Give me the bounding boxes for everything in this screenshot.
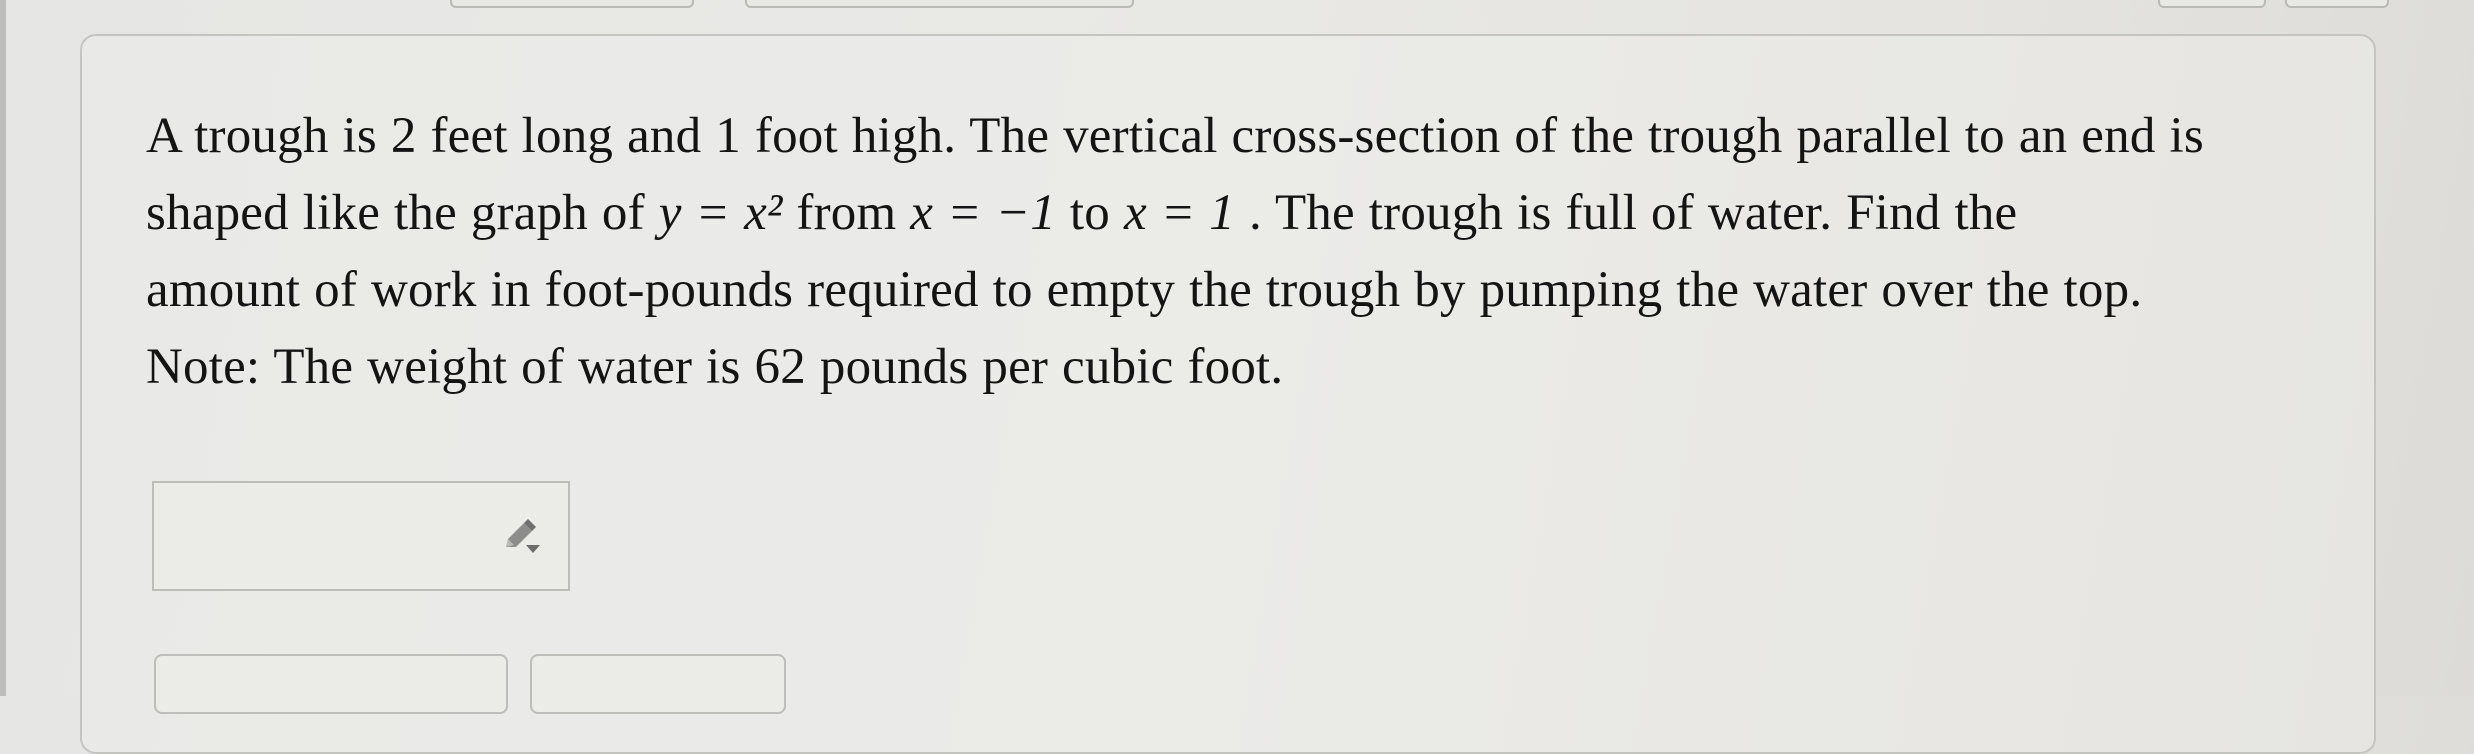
question-line-2d: . The trough is full of water. Find the — [1235, 185, 2018, 241]
question-line-1: A trough is 2 feet long and 1 foot high.… — [146, 108, 2204, 164]
top-tab-right-1[interactable] — [2158, 0, 2266, 8]
equation-x-lower: x = −1 — [910, 185, 1056, 241]
question-line-4: Note: The weight of water is 62 pounds p… — [146, 339, 1284, 395]
question-line-3: amount of work in foot-pounds required t… — [146, 262, 2143, 318]
top-tab-left[interactable] — [450, 0, 694, 8]
question-line-2c: to — [1055, 185, 1124, 241]
question-line-2b: from — [782, 185, 911, 241]
top-tab-center[interactable] — [745, 0, 1134, 8]
pencil-icon[interactable] — [502, 517, 542, 557]
next-item-button[interactable] — [530, 654, 786, 714]
question-text: A trough is 2 feet long and 1 foot high.… — [146, 98, 2346, 406]
window-edge — [0, 0, 6, 696]
equation-x-upper: x = 1 — [1123, 185, 1236, 241]
answer-input[interactable] — [152, 481, 570, 591]
submit-answer-button[interactable] — [154, 654, 508, 714]
question-line-2a: shaped like the graph of — [146, 185, 659, 241]
equation-parabola: y = x² — [658, 185, 783, 241]
top-tab-right-2[interactable] — [2285, 0, 2389, 8]
